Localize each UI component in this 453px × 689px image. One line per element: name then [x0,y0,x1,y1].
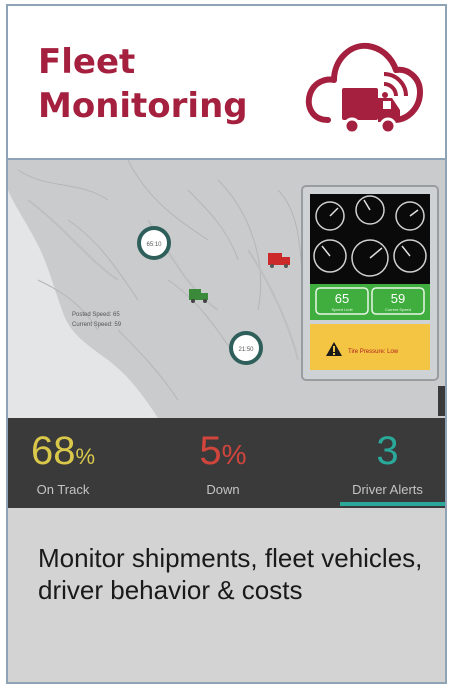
active-tab-underline [340,502,445,506]
stat-driver-alerts-value: 3 [330,428,445,474]
map-marker-a-label: 65:10 [146,242,162,248]
down-unit: % [221,439,247,470]
location-pin-icon[interactable]: 21:50 [229,331,263,365]
stat-driver-alerts[interactable]: 3 Driver Alerts [330,418,445,508]
stat-on-track-value: 68% [8,428,118,480]
on-track-number: 68 [30,429,76,473]
map-scrollbar[interactable] [438,386,445,416]
current-speed-text: Current Speed: 59 [72,322,122,328]
title-line-1: Fleet [38,42,136,82]
cloud-truck-icon [305,42,423,135]
stats-bar: 68% On Track 5% Down 3 Driver Alerts [8,418,445,508]
alert-text: Tire Pressure: Low [348,349,399,355]
on-track-unit: % [75,444,96,469]
title-line-2: Monitoring [38,86,248,126]
down-number: 5 [199,429,222,473]
current-speed-caption: Current Speed [385,307,411,312]
stat-down-value: 5% [168,428,278,478]
location-pin-icon[interactable]: 65:10 [137,226,171,260]
posted-speed-text: Posted Speed: 65 [72,312,120,318]
stat-on-track-label: On Track [36,482,90,497]
description-panel: Monitor shipments, fleet vehicles, drive… [8,508,445,682]
description-text: Monitor shipments, fleet vehicles, drive… [38,543,423,605]
stat-down[interactable]: 5% Down [168,418,278,508]
fleet-monitoring-card[interactable]: Fleet Monitoring 65:10 21:50 Posted Spee… [6,4,447,684]
stat-down-label: Down [206,482,240,497]
map-marker-b-label: 21:50 [238,347,254,353]
stat-driver-alerts-label: Driver Alerts [352,482,423,497]
stat-on-track[interactable]: 68% On Track [8,418,118,508]
speed-limit-value: 65 [335,291,349,306]
speed-limit-caption: Speed Limit [331,307,353,312]
driver-alerts-number: 3 [376,429,399,473]
card-title: Fleet Monitoring [38,40,248,128]
fleet-map[interactable]: 65:10 21:50 Posted Speed: 65 Current Spe… [8,160,445,418]
current-speed-value: 59 [391,291,405,306]
card-header: Fleet Monitoring [8,6,445,160]
dashboard-panel[interactable]: 65 Speed Limit 59 Current Speed Tire Pre… [301,185,439,381]
